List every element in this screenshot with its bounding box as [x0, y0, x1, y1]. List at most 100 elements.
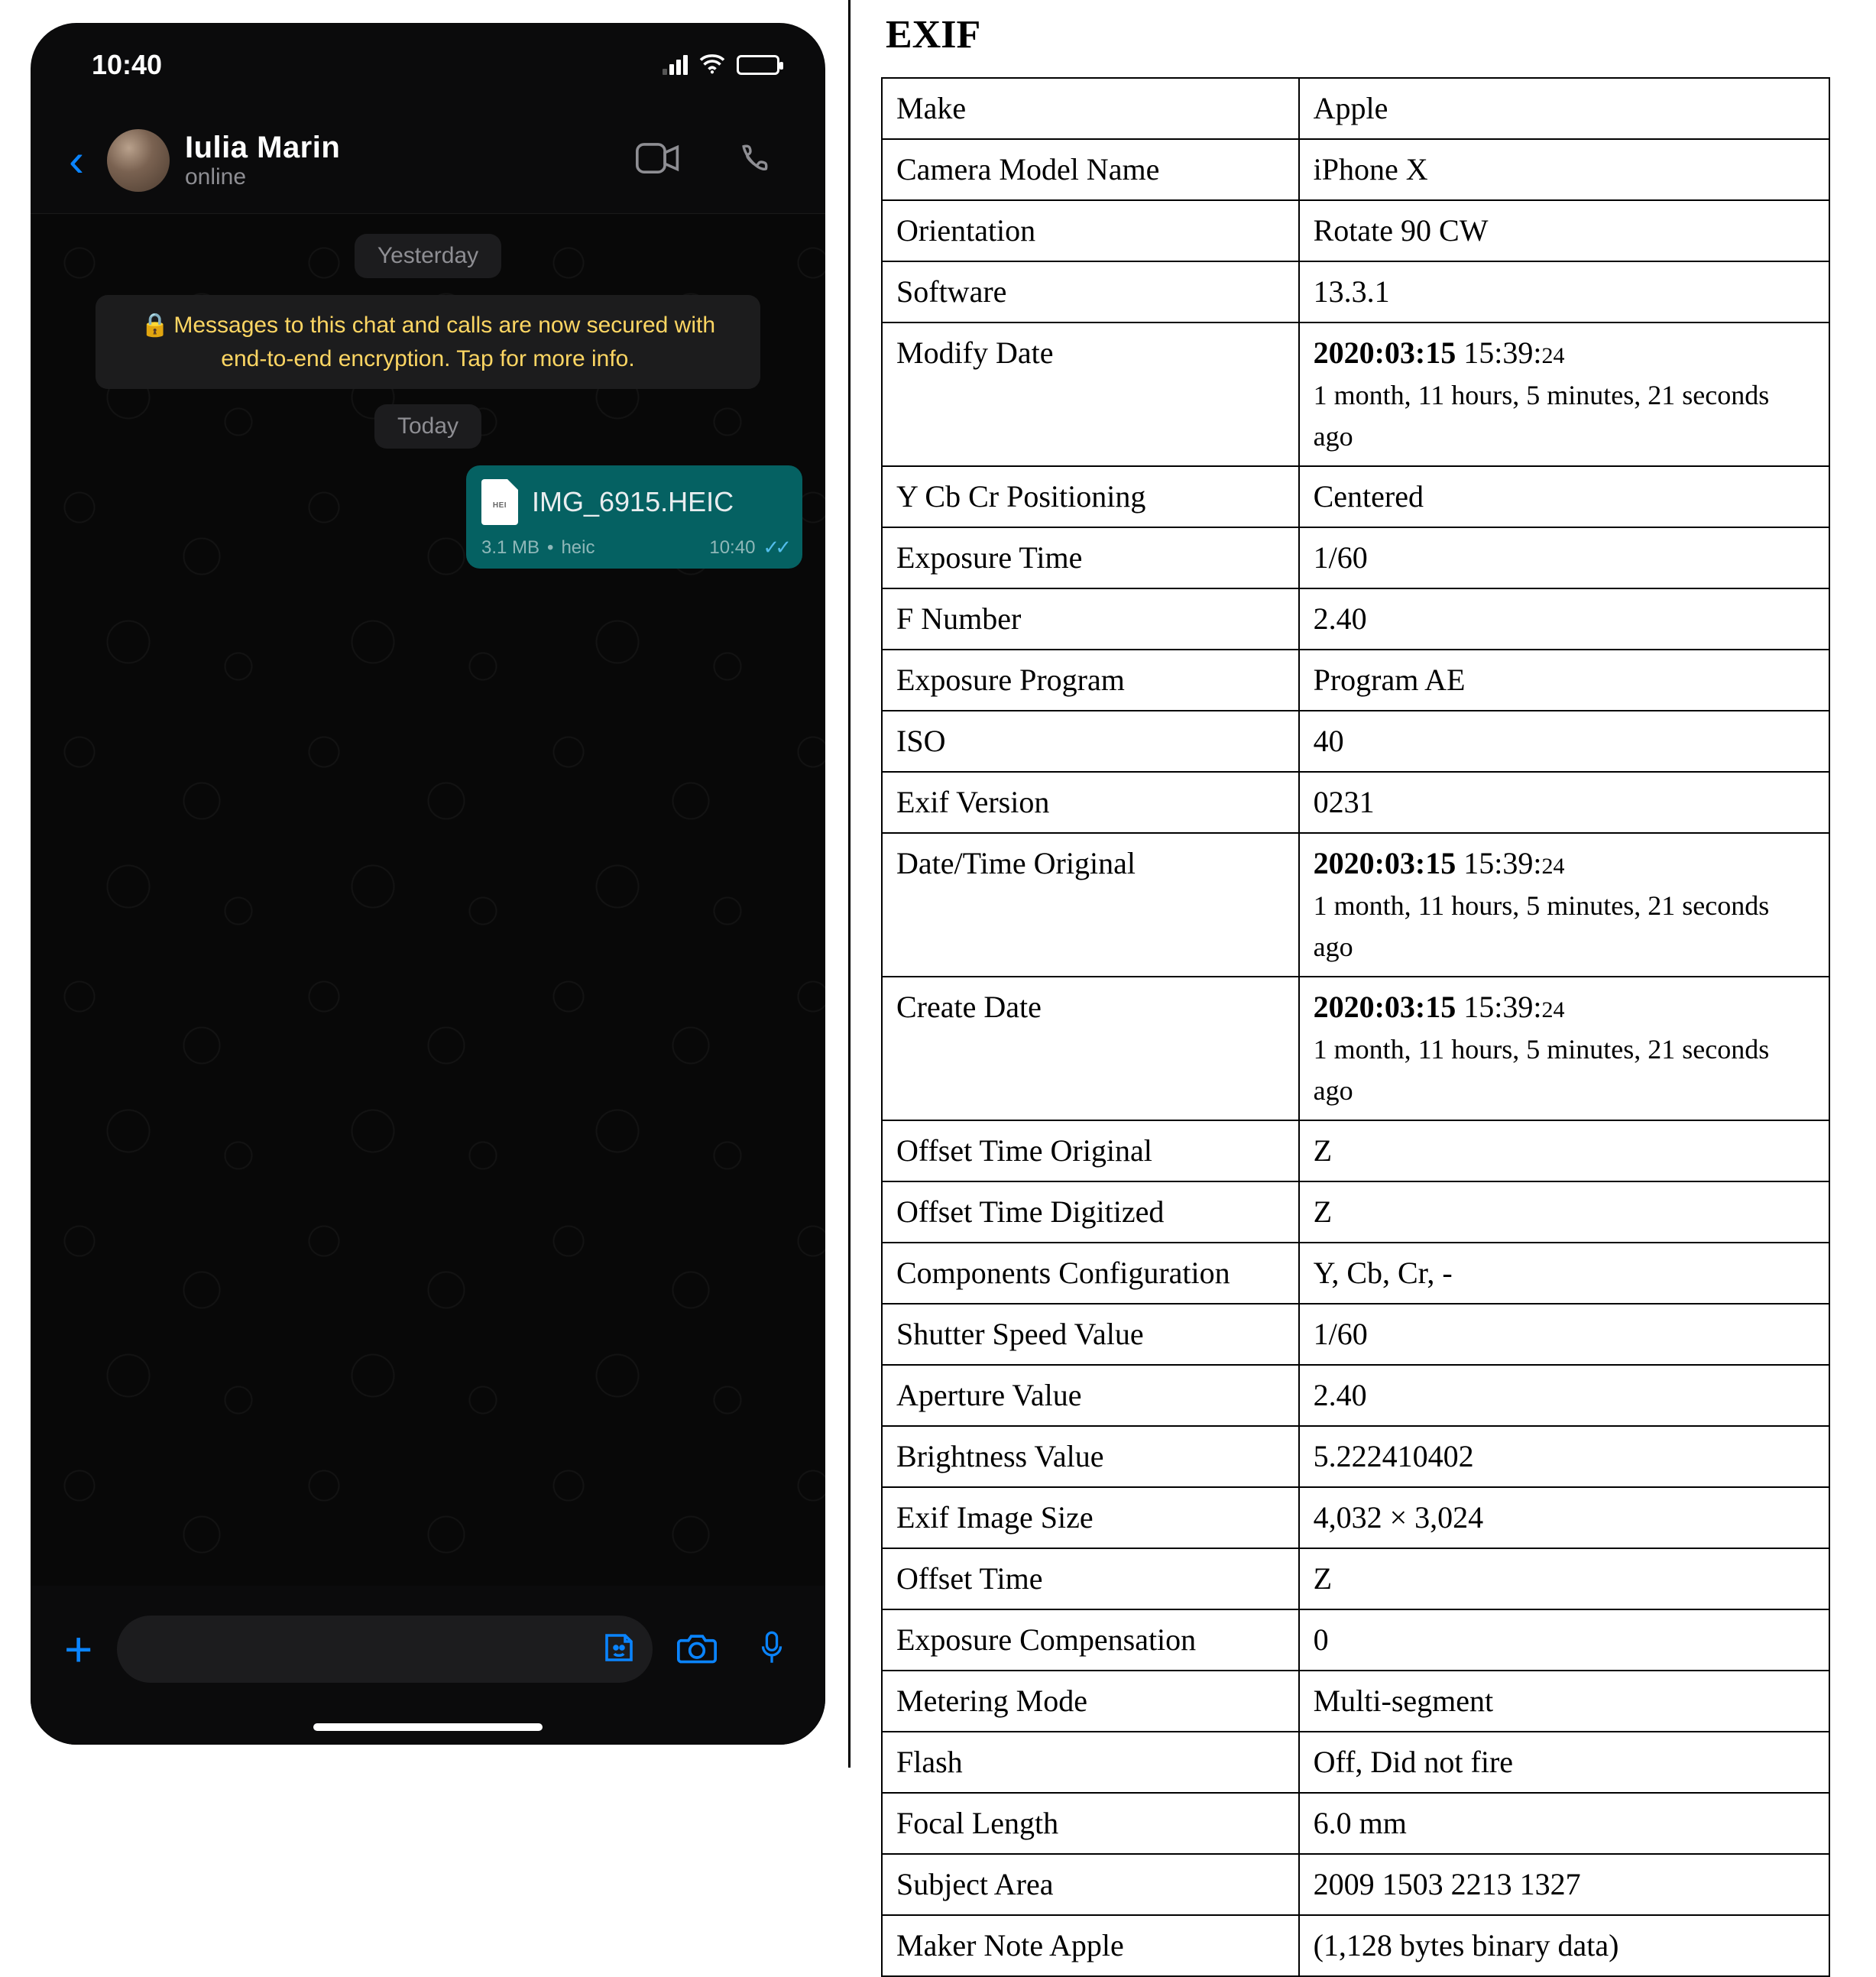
- camera-button[interactable]: [666, 1630, 727, 1669]
- exif-key: Exposure Program: [882, 650, 1299, 711]
- exif-panel: EXIF MakeAppleCamera Model NameiPhone XO…: [848, 0, 1876, 1768]
- video-call-button[interactable]: [617, 143, 698, 177]
- exif-key: Offset Time: [882, 1548, 1299, 1609]
- status-bar: 10:40: [31, 23, 825, 107]
- exif-key: Subject Area: [882, 1854, 1299, 1915]
- message-meta: 3.1 MB • heic 10:40 ✓✓: [481, 536, 787, 559]
- table-row: OrientationRotate 90 CW: [882, 200, 1829, 261]
- table-row: Date/Time Original2020:03:15 15:39:241 m…: [882, 833, 1829, 977]
- table-row: Exif Version0231: [882, 772, 1829, 833]
- exif-key: ISO: [882, 711, 1299, 772]
- exif-key: Focal Length: [882, 1793, 1299, 1854]
- exif-value: 4,032 × 3,024: [1299, 1487, 1829, 1548]
- exif-value: 0: [1299, 1609, 1829, 1671]
- table-row: Metering ModeMulti-segment: [882, 1671, 1829, 1732]
- table-row: Focal Length6.0 mm: [882, 1793, 1829, 1854]
- file-ext: heic: [561, 537, 595, 559]
- exif-value: 2009 1503 2213 1327: [1299, 1854, 1829, 1915]
- battery-icon: [737, 55, 779, 75]
- table-row: Offset Time DigitizedZ: [882, 1181, 1829, 1243]
- exif-value: Rotate 90 CW: [1299, 200, 1829, 261]
- message-input[interactable]: [117, 1616, 653, 1683]
- table-row: FlashOff, Did not fire: [882, 1732, 1829, 1793]
- message-time: 10:40: [709, 537, 755, 559]
- table-row: Software13.3.1: [882, 261, 1829, 322]
- exif-value: 1/60: [1299, 527, 1829, 588]
- exif-value: Centered: [1299, 466, 1829, 527]
- exif-value: 5.222410402: [1299, 1426, 1829, 1487]
- file-name: IMG_6915.HEIC: [532, 486, 734, 518]
- exif-key: Aperture Value: [882, 1365, 1299, 1426]
- exif-key: Software: [882, 261, 1299, 322]
- outgoing-message-bubble[interactable]: HEI IMG_6915.HEIC 3.1 MB • heic 10:40 ✓✓: [466, 465, 802, 569]
- exif-value: 6.0 mm: [1299, 1793, 1829, 1854]
- table-row: Camera Model NameiPhone X: [882, 139, 1829, 200]
- exif-key: Metering Mode: [882, 1671, 1299, 1732]
- date-separator-yesterday: Yesterday: [355, 234, 501, 278]
- contact-info[interactable]: Iulia Marin online: [185, 131, 602, 190]
- table-row: Aperture Value2.40: [882, 1365, 1829, 1426]
- table-row: Exif Image Size4,032 × 3,024: [882, 1487, 1829, 1548]
- encryption-banner[interactable]: 🔒Messages to this chat and calls are now…: [96, 295, 760, 389]
- table-row: Modify Date2020:03:15 15:39:241 month, 1…: [882, 322, 1829, 466]
- table-row: Brightness Value5.222410402: [882, 1426, 1829, 1487]
- back-button[interactable]: ‹: [61, 134, 92, 186]
- meta-separator: •: [547, 537, 553, 559]
- exif-heading: EXIF: [886, 12, 1830, 57]
- status-time: 10:40: [92, 49, 162, 81]
- table-row: MakeApple: [882, 78, 1829, 139]
- exif-key: Make: [882, 78, 1299, 139]
- contact-name: Iulia Marin: [185, 131, 602, 164]
- exif-value: 2.40: [1299, 588, 1829, 650]
- exif-value: iPhone X: [1299, 139, 1829, 200]
- exif-value: 1/60: [1299, 1304, 1829, 1365]
- exif-key: Maker Note Apple: [882, 1915, 1299, 1976]
- attach-button[interactable]: +: [53, 1621, 103, 1677]
- exif-value: 2020:03:15 15:39:241 month, 11 hours, 5 …: [1299, 322, 1829, 466]
- table-row: Maker Note Apple(1,128 bytes binary data…: [882, 1915, 1829, 1976]
- exif-key: F Number: [882, 588, 1299, 650]
- contact-status: online: [185, 164, 602, 190]
- exif-value: Apple: [1299, 78, 1829, 139]
- date-separator-today: Today: [374, 404, 481, 449]
- status-right: [663, 49, 779, 81]
- chat-header: ‹ Iulia Marin online: [31, 107, 825, 214]
- microphone-button[interactable]: [741, 1630, 802, 1669]
- exif-key: Orientation: [882, 200, 1299, 261]
- table-row: Shutter Speed Value1/60: [882, 1304, 1829, 1365]
- file-type-icon: HEI: [481, 479, 518, 525]
- exif-key: Camera Model Name: [882, 139, 1299, 200]
- exif-key: Shutter Speed Value: [882, 1304, 1299, 1365]
- exif-value: Y, Cb, Cr, -: [1299, 1243, 1829, 1304]
- whatsapp-chat-screen: 10:40 ‹ Iulia Marin onl: [31, 23, 825, 1745]
- table-row: ISO40: [882, 711, 1829, 772]
- exif-value: (1,128 bytes binary data): [1299, 1915, 1829, 1976]
- input-bar: +: [31, 1592, 825, 1745]
- exif-value: 40: [1299, 711, 1829, 772]
- exif-key: Modify Date: [882, 322, 1299, 466]
- table-row: Exposure ProgramProgram AE: [882, 650, 1829, 711]
- chat-body[interactable]: Yesterday 🔒Messages to this chat and cal…: [31, 214, 825, 1586]
- home-indicator[interactable]: [313, 1723, 543, 1731]
- exif-value: 2020:03:15 15:39:241 month, 11 hours, 5 …: [1299, 833, 1829, 977]
- exif-key: Offset Time Original: [882, 1120, 1299, 1181]
- exif-value: 2.40: [1299, 1365, 1829, 1426]
- exif-key: Date/Time Original: [882, 833, 1299, 977]
- read-receipt-icon: ✓✓: [763, 536, 787, 559]
- contact-avatar[interactable]: [107, 129, 170, 192]
- exif-key: Offset Time Digitized: [882, 1181, 1299, 1243]
- lock-icon: 🔒: [141, 313, 169, 338]
- exif-key: Flash: [882, 1732, 1299, 1793]
- table-row: F Number2.40: [882, 588, 1829, 650]
- exif-key: Brightness Value: [882, 1426, 1299, 1487]
- file-size: 3.1 MB: [481, 537, 539, 559]
- exif-key: Create Date: [882, 977, 1299, 1120]
- voice-call-button[interactable]: [714, 143, 795, 177]
- table-row: Offset Time OriginalZ: [882, 1120, 1829, 1181]
- exif-key: Components Configuration: [882, 1243, 1299, 1304]
- exif-key: Exposure Compensation: [882, 1609, 1299, 1671]
- table-row: Exposure Compensation0: [882, 1609, 1829, 1671]
- exif-key: Exposure Time: [882, 527, 1299, 588]
- sticker-button[interactable]: [601, 1629, 637, 1670]
- exif-value: Z: [1299, 1120, 1829, 1181]
